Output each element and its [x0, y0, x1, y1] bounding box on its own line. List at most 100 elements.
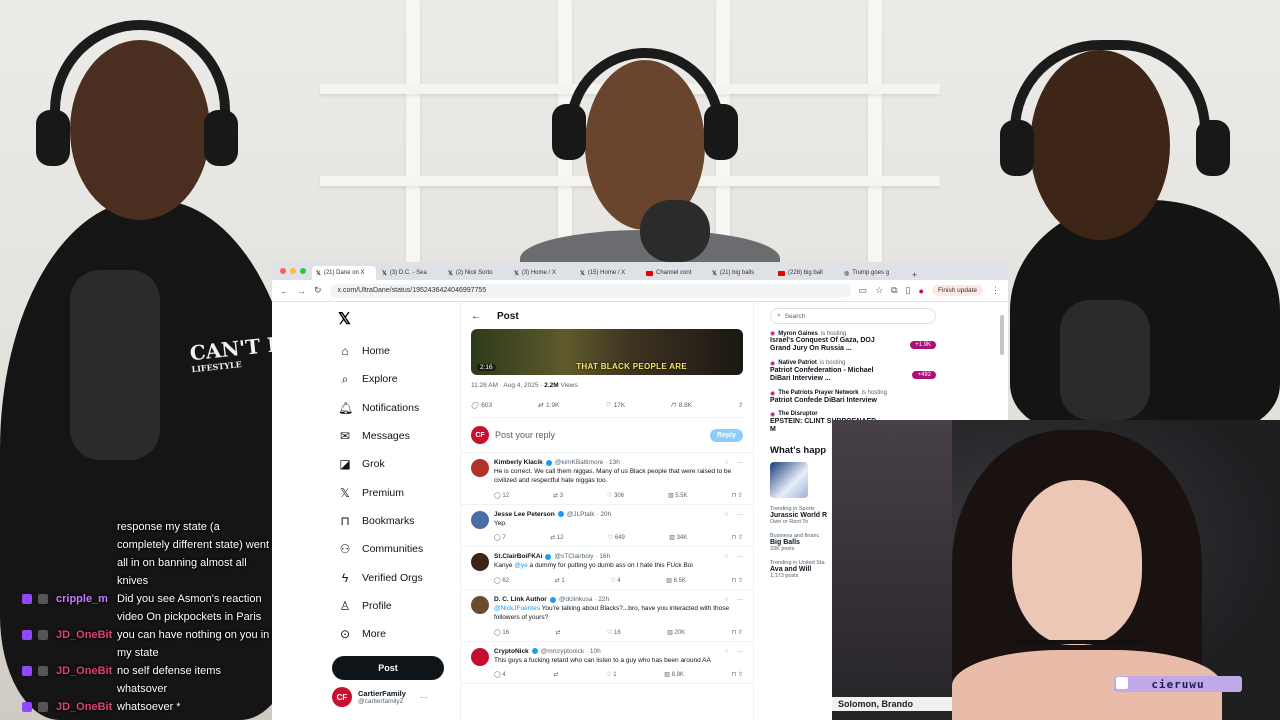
video-player[interactable]: THAT BLACK PEOPLE ARE 2:16: [471, 329, 743, 375]
nav-item-messages[interactable]: ✉ Messages: [328, 422, 458, 450]
avatar[interactable]: [471, 510, 489, 529]
reply-action[interactable]: ◯ 603: [471, 401, 492, 410]
replies-action[interactable]: ◯ 7: [494, 534, 506, 541]
url-field[interactable]: x.com/UltraDane/status/19524364240469977…: [329, 283, 851, 298]
tweet-handle[interactable]: @kimKBaltimore · 13h: [555, 459, 620, 466]
views-action[interactable]: ▥ 8.8K: [664, 671, 684, 678]
cast-icon[interactable]: ▭: [859, 285, 868, 296]
share-icon[interactable]: ⇧: [738, 630, 743, 636]
nav-item-explore[interactable]: ⌕ Explore: [328, 365, 458, 393]
reposts-action[interactable]: ⇄: [556, 629, 561, 636]
sidebar-icon[interactable]: ▯: [906, 285, 911, 296]
nav-item-home[interactable]: ⌂ Home: [328, 337, 458, 365]
tweet-author[interactable]: Jesse Lee Peterson: [494, 511, 555, 518]
nav-item-grok[interactable]: ◪ Grok: [328, 450, 458, 478]
grok-icon[interactable]: ◌: [725, 511, 729, 518]
nav-item-premium[interactable]: 𝕏 Premium: [328, 478, 458, 506]
likes-action[interactable]: ♡ 649: [608, 534, 625, 541]
tweet-handle[interactable]: @dclinkusa · 22h: [559, 596, 609, 603]
close-window-button[interactable]: [280, 268, 286, 274]
like-action[interactable]: ♡ 17K: [605, 401, 625, 410]
maximize-window-button[interactable]: [300, 268, 306, 274]
chat-username[interactable]: cripple_m: [56, 590, 108, 608]
finish-update-button[interactable]: Finish update: [931, 285, 983, 296]
more-icon[interactable]: ···: [737, 511, 744, 518]
browser-tab[interactable]: 𝕏 (2) Nick Sorto: [444, 266, 508, 280]
x-logo-icon[interactable]: 𝕏: [338, 309, 458, 329]
views-action[interactable]: ▥ 6.5K: [666, 577, 686, 584]
reply-input[interactable]: Post your reply: [495, 430, 704, 440]
reposts-action[interactable]: ⇄ 3: [553, 492, 563, 499]
reposts-action[interactable]: ⇄ 1: [555, 577, 565, 584]
page-scrollbar[interactable]: [1000, 315, 1004, 355]
mention-link[interactable]: @NickJFuentes: [494, 605, 540, 612]
likes-action[interactable]: ♡ 4: [610, 577, 620, 584]
chat-username[interactable]: JD_OneBit: [56, 662, 112, 680]
live-space[interactable]: ◉ Myron Gaines is hosting Israel's Conquest…: [770, 330, 936, 354]
tweet-author[interactable]: Kimberly Klacik: [494, 459, 543, 466]
share-action[interactable]: ⇧: [738, 401, 743, 409]
replies-action[interactable]: ◯ 4: [494, 671, 506, 678]
browser-tab[interactable]: 𝕏 (21) big balls: [708, 266, 772, 280]
tweet-handle[interactable]: @mrcryptonick · 10h: [541, 648, 601, 655]
replies-action[interactable]: ◯ 16: [494, 629, 509, 636]
avatar[interactable]: [471, 459, 489, 477]
profile-icon[interactable]: ●: [919, 286, 924, 296]
reply-button[interactable]: Reply: [709, 428, 743, 442]
mention-link[interactable]: @ye: [514, 562, 527, 569]
more-icon[interactable]: ···: [737, 459, 744, 466]
browser-tab[interactable]: (228) big ball: [774, 266, 838, 280]
reposts-action[interactable]: ⇄: [553, 671, 558, 678]
repost-action[interactable]: ⇄ 1.9K: [538, 401, 560, 410]
more-icon[interactable]: ···: [737, 596, 744, 603]
reply-tweet[interactable]: CryptoNick @mrcryptonick · 10h ◌ ··· This gu…: [461, 642, 753, 685]
reload-icon[interactable]: ↻: [314, 285, 322, 296]
reply-tweet[interactable]: Kimberly Klacik @kimKBaltimore · 13h ◌ ··· H…: [461, 453, 753, 505]
extensions-icon[interactable]: ⧉: [891, 285, 897, 296]
reposts-action[interactable]: ⇄ 12: [550, 534, 563, 541]
share-icon[interactable]: ⇧: [738, 578, 743, 584]
tweet-author[interactable]: D. C. Link Author: [494, 596, 547, 603]
avatar[interactable]: [471, 647, 489, 666]
views-action[interactable]: ▥ 34K: [669, 534, 687, 541]
browser-tab[interactable]: 𝕏 (21) Dane on X: [312, 266, 376, 280]
more-icon[interactable]: ···: [737, 648, 744, 655]
post-button[interactable]: Post: [332, 656, 444, 681]
browser-tab[interactable]: 𝕏 (3) Home / X: [510, 266, 574, 280]
grok-icon[interactable]: ◌: [725, 648, 729, 655]
nav-item-communities[interactable]: ⚇ Communities: [328, 535, 458, 563]
likes-action[interactable]: ♡ 306: [607, 492, 624, 499]
browser-tab[interactable]: 𝕏 (15) Home / X: [576, 266, 640, 280]
star-icon[interactable]: ☆: [875, 285, 883, 296]
likes-action[interactable]: ♡ 16: [607, 629, 621, 636]
menu-icon[interactable]: ⋮: [991, 285, 1000, 296]
search-input[interactable]: ⌕ Search: [770, 308, 936, 324]
minimize-window-button[interactable]: [290, 268, 296, 274]
browser-tab[interactable]: Channel cont: [642, 266, 706, 280]
browser-tab[interactable]: 𝕏 (3) D.C. - Sea: [378, 266, 442, 280]
replies-action[interactable]: ◯ 12: [494, 492, 509, 499]
share-icon[interactable]: ⇧: [738, 493, 743, 499]
account-switcher[interactable]: CF CartierFamily @cartierfamilyZ ···: [332, 687, 428, 707]
chat-username[interactable]: JD_OneBit: [56, 698, 112, 716]
nav-item-profile[interactable]: ♙ Profile: [328, 592, 458, 620]
tweet-handle[interactable]: @sTClairboiy · 16h: [554, 553, 610, 560]
bookmark-action[interactable]: ⊓ 8.8K: [671, 401, 692, 410]
tweet-author[interactable]: St.ClairBoiFKAi: [494, 553, 542, 560]
avatar[interactable]: [471, 553, 489, 572]
views-action[interactable]: ▥ 5.5K: [668, 492, 688, 499]
views-action[interactable]: ▥ 20K: [667, 629, 685, 636]
chat-username[interactable]: JD_OneBit: [56, 626, 112, 644]
reply-tweet[interactable]: St.ClairBoiFKAi @sTClairboiy · 16h ◌ ··· Kan…: [461, 547, 753, 591]
more-icon[interactable]: ···: [737, 553, 744, 560]
tweet-author[interactable]: CryptoNick: [494, 648, 529, 655]
nav-item-more[interactable]: ⊙ More: [328, 620, 458, 648]
back-arrow-icon[interactable]: ←: [471, 311, 481, 322]
nav-item-bookmarks[interactable]: ⊓ Bookmarks: [328, 507, 458, 535]
nav-item-notifications[interactable]: 🔔︎ Notifications: [328, 394, 458, 422]
live-space[interactable]: ◉ Native Patriot is hosting Patriot Confede…: [770, 360, 936, 384]
browser-tab[interactable]: ◍ Trump goes g: [840, 266, 904, 280]
grok-icon[interactable]: ◌: [725, 553, 729, 560]
tweet-handle[interactable]: @JLPtalk · 20h: [567, 511, 612, 518]
live-space[interactable]: ◉ The Patriots Prayer Network is hosting Pa…: [770, 390, 936, 405]
